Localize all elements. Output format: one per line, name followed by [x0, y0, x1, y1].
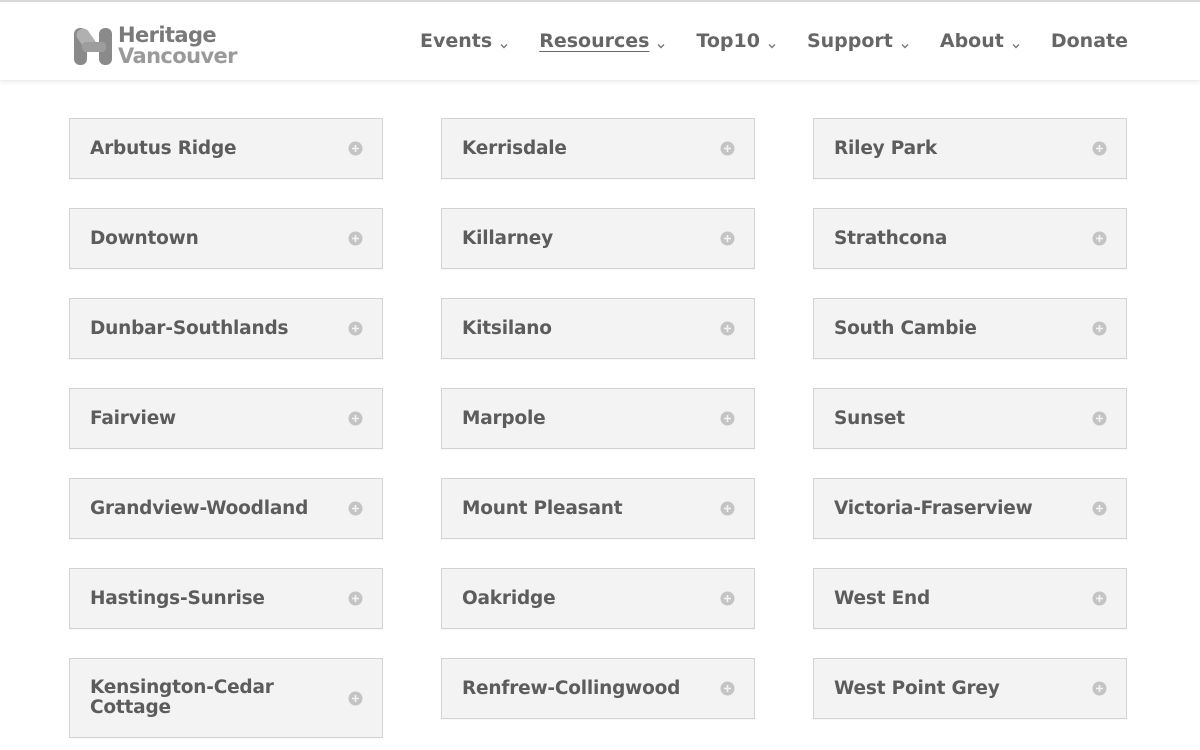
chevron-down-icon: [900, 36, 910, 49]
accordion-title: Renfrew-Collingwood: [462, 677, 681, 699]
plus-circle-icon: [348, 501, 363, 516]
plus-circle-icon: [1092, 231, 1107, 246]
chevron-down-icon: [1011, 36, 1021, 49]
accordion-title: Marpole: [462, 407, 546, 429]
logo-wordmark: Heritage Vancouver: [118, 23, 238, 68]
nav-label: Top10: [696, 30, 760, 52]
accordion-toggle-riley-park[interactable]: Riley Park: [813, 118, 1127, 179]
plus-circle-icon: [720, 231, 735, 246]
chevron-down-icon: [499, 36, 509, 49]
plus-circle-icon: [1092, 681, 1107, 696]
accordion-title: Riley Park: [834, 137, 937, 159]
plus-circle-icon: [720, 501, 735, 516]
accordion-toggle-killarney[interactable]: Killarney: [441, 208, 755, 269]
accordion-title: South Cambie: [834, 317, 977, 339]
nav-item-support[interactable]: Support: [807, 30, 910, 52]
plus-circle-icon: [1092, 321, 1107, 336]
accordion-title: Downtown: [90, 227, 199, 249]
plus-circle-icon: [720, 681, 735, 696]
accordion-toggle-grandview-woodland[interactable]: Grandview-Woodland: [69, 478, 383, 539]
accordion-toggle-kitsilano[interactable]: Kitsilano: [441, 298, 755, 359]
accordion-toggle-kerrisdale[interactable]: Kerrisdale: [441, 118, 755, 179]
accordion-toggle-hastings-sunrise[interactable]: Hastings-Sunrise: [69, 568, 383, 629]
accordion-title: Strathcona: [834, 227, 948, 249]
nav-item-top10[interactable]: Top10: [696, 30, 777, 52]
accordion-title: Kitsilano: [462, 317, 552, 339]
plus-circle-icon: [1092, 411, 1107, 426]
plus-circle-icon: [720, 141, 735, 156]
site-logo[interactable]: Heritage Vancouver: [72, 23, 238, 68]
accordion-title: Victoria-Fraserview: [834, 497, 1033, 519]
nav-label: About: [939, 30, 1004, 52]
accordion-toggle-kensington-cedar-cottage[interactable]: Kensington-Cedar Cottage: [69, 658, 383, 738]
plus-circle-icon: [348, 321, 363, 336]
nav-label: Support: [806, 30, 893, 52]
plus-circle-icon: [348, 411, 363, 426]
logo-line-2: Vancouver: [118, 44, 238, 68]
accordion-title: Oakridge: [462, 587, 556, 609]
accordion-title: Fairview: [90, 407, 176, 429]
plus-circle-icon: [348, 141, 363, 156]
plus-circle-icon: [720, 411, 735, 426]
chevron-down-icon: [656, 36, 666, 49]
accordion-title: Arbutus Ridge: [90, 137, 237, 159]
accordion-toggle-renfrew-collingwood[interactable]: Renfrew-Collingwood: [441, 658, 755, 719]
accordion-toggle-arbutus-ridge[interactable]: Arbutus Ridge: [69, 118, 383, 179]
plus-circle-icon: [348, 691, 363, 706]
accordion-title: Mount Pleasant: [462, 497, 623, 519]
main-nav: Events Resources Top10 Support About Donate: [420, 2, 1128, 80]
heritage-vancouver-logo-icon: [72, 24, 116, 68]
logo-line-1: Heritage: [118, 23, 217, 47]
plus-circle-icon: [1092, 591, 1107, 606]
plus-circle-icon: [720, 591, 735, 606]
site-header: Heritage Vancouver Events Resources Top10 S…: [0, 2, 1200, 81]
accordion-toggle-victoria-fraserview[interactable]: Victoria-Fraserview: [813, 478, 1127, 539]
nav-item-resources[interactable]: Resources: [539, 30, 666, 52]
nav-item-about[interactable]: About: [940, 30, 1021, 52]
accordion-toggle-west-end[interactable]: West End: [813, 568, 1127, 629]
accordion-title: Killarney: [462, 227, 553, 249]
accordion-toggle-mount-pleasant[interactable]: Mount Pleasant: [441, 478, 755, 539]
accordion-toggle-marpole[interactable]: Marpole: [441, 388, 755, 449]
chevron-down-icon: [767, 36, 777, 49]
accordion-title: Kensington-Cedar Cottage: [90, 677, 274, 718]
accordion-toggle-strathcona[interactable]: Strathcona: [813, 208, 1127, 269]
neighbourhood-grid: Arbutus Ridge Kerrisdale Riley Park Downtow…: [69, 118, 1128, 738]
accordion-title: Dunbar-Southlands: [90, 317, 289, 339]
accordion-title: Hastings-Sunrise: [90, 587, 265, 609]
nav-label: Donate: [1050, 30, 1128, 52]
plus-circle-icon: [348, 231, 363, 246]
plus-circle-icon: [348, 591, 363, 606]
plus-circle-icon: [1092, 141, 1107, 156]
plus-circle-icon: [1092, 501, 1107, 516]
accordion-toggle-dunbar-southlands[interactable]: Dunbar-Southlands: [69, 298, 383, 359]
accordion-toggle-fairview[interactable]: Fairview: [69, 388, 383, 449]
accordion-title: Kerrisdale: [462, 137, 567, 159]
accordion-title: Grandview-Woodland: [90, 497, 309, 519]
nav-label: Resources: [539, 30, 650, 52]
accordion-toggle-west-point-grey[interactable]: West Point Grey: [813, 658, 1127, 719]
accordion-toggle-oakridge[interactable]: Oakridge: [441, 568, 755, 629]
accordion-title: West End: [834, 587, 931, 609]
nav-label: Events: [420, 30, 493, 52]
plus-circle-icon: [720, 321, 735, 336]
accordion-title: Sunset: [834, 407, 905, 429]
nav-item-events[interactable]: Events: [420, 30, 509, 52]
accordion-title: West Point Grey: [834, 677, 1000, 699]
accordion-toggle-south-cambie[interactable]: South Cambie: [813, 298, 1127, 359]
accordion-toggle-sunset[interactable]: Sunset: [813, 388, 1127, 449]
nav-item-donate[interactable]: Donate: [1051, 30, 1128, 52]
accordion-toggle-downtown[interactable]: Downtown: [69, 208, 383, 269]
